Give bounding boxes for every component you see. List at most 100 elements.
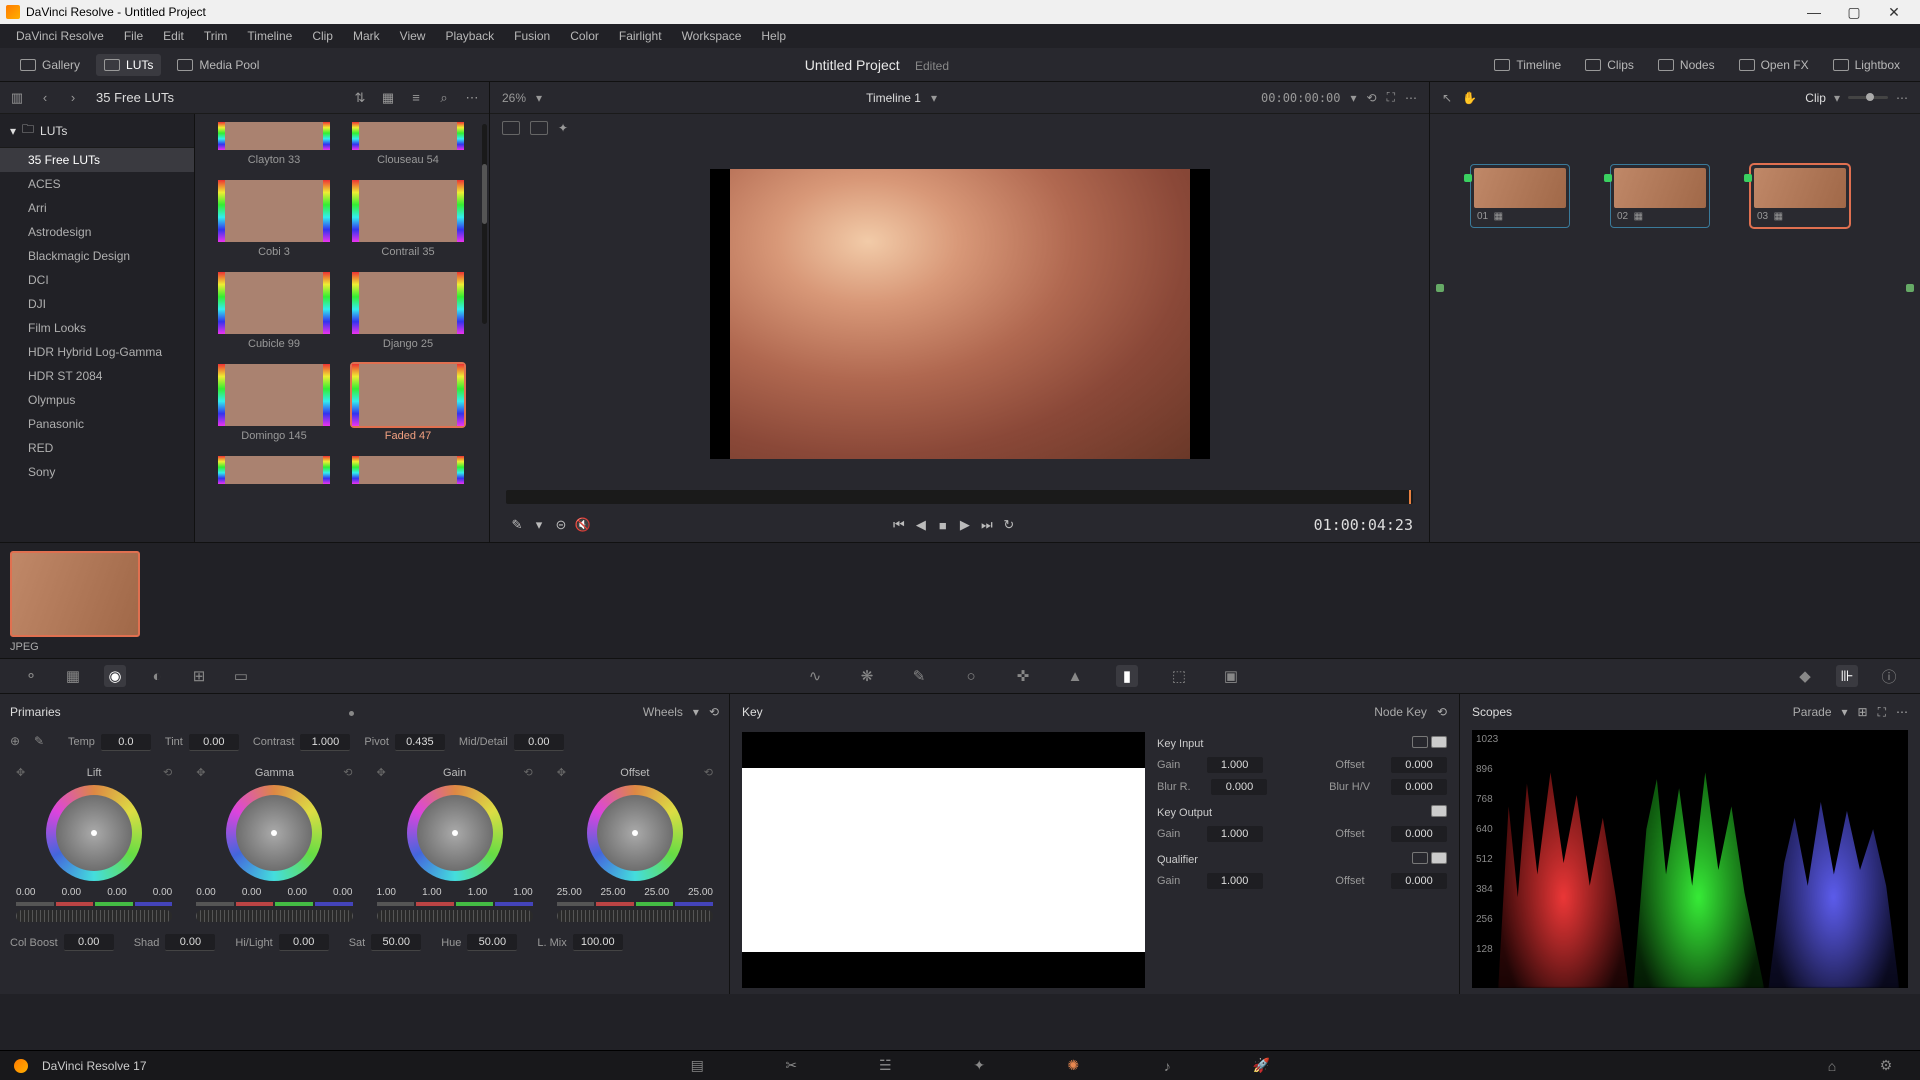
wheel-value[interactable]: 1.00 [468,887,487,898]
workbar-nodes[interactable]: Nodes [1650,54,1723,76]
fairlight-page-icon[interactable]: ♪ [1157,1058,1177,1074]
adj-value[interactable]: 1.000 [300,734,350,751]
options-icon[interactable]: ⋯ [1896,705,1908,719]
menu-trim[interactable]: Trim [196,29,236,43]
tree-root[interactable]: ▾ 🗀 LUTs [0,114,194,148]
magic-mask-icon[interactable]: ▲ [1064,665,1086,687]
invert-toggle[interactable] [1431,852,1447,864]
reset-icon[interactable]: ⟲ [1437,705,1447,719]
edit-page-icon[interactable]: ☱ [875,1057,895,1074]
timeline-name[interactable]: Timeline 1 [866,91,921,105]
keyframe-icon[interactable]: ◆ [1794,665,1816,687]
loop-button[interactable]: ↻ [998,514,1020,536]
workbar-open-fx[interactable]: Open FX [1731,54,1817,76]
node-02[interactable]: 02 ▦ [1610,164,1710,228]
wheel-value[interactable]: 0.00 [62,887,81,898]
folder-film-looks[interactable]: Film Looks [0,316,194,340]
invert-toggle[interactable] [1431,805,1447,817]
node-01[interactable]: 01 ▦ [1470,164,1570,228]
search-icon[interactable]: ⌕ [435,89,453,107]
mute-icon[interactable]: 🔇 [572,514,594,536]
panel-toggle-icon[interactable]: ▥ [8,89,26,107]
chevron-down-icon[interactable]: ▾ [528,514,550,536]
node-graph[interactable]: 01 ▦ 02 ▦ 03 ▦ [1430,114,1920,542]
options-icon[interactable]: ⋯ [1405,91,1417,105]
picker-icon[interactable]: ✥ [196,766,205,779]
chevron-down-icon[interactable]: ▾ [693,705,699,719]
menu-davinci-resolve[interactable]: DaVinci Resolve [8,29,112,43]
qualifier-icon[interactable]: ✎ [908,665,930,687]
hdr-wheels-icon[interactable]: ◐ [146,665,168,687]
minimize-button[interactable]: — [1794,4,1834,20]
wheel-value[interactable]: 25.00 [688,887,713,898]
unmix-icon[interactable]: ⊝ [550,514,572,536]
node-connector[interactable] [1604,174,1612,182]
camera-raw-icon[interactable]: ⚬ [20,665,42,687]
lut-thumb[interactable] [352,122,464,150]
folder-35-free-luts[interactable]: 35 Free LUTs [0,148,194,172]
wheel-value[interactable]: 0.00 [153,887,172,898]
wheel-value[interactable]: 0.00 [333,887,352,898]
matte-toggle[interactable] [1412,852,1428,864]
lut-thumb[interactable] [352,364,464,426]
param-value[interactable]: 1.000 [1207,757,1263,773]
workbar-luts[interactable]: LUTs [96,54,161,76]
node-03[interactable]: 03 ▦ [1750,164,1850,228]
adj-value[interactable]: 0.0 [101,734,151,751]
folder-olympus[interactable]: Olympus [0,388,194,412]
3d-icon[interactable]: ▣ [1220,665,1242,687]
adj-value[interactable]: 100.00 [573,934,623,951]
chevron-down-icon[interactable]: ▾ [1834,91,1840,105]
tracker-icon[interactable]: ✜ [1012,665,1034,687]
folder-hdr-st-2084[interactable]: HDR ST 2084 [0,364,194,388]
close-button[interactable]: ✕ [1874,4,1914,21]
lut-thumb[interactable] [352,272,464,334]
expand-icon[interactable]: ⛶ [1387,90,1395,105]
matte-toggle[interactable] [1412,736,1428,748]
picker-icon[interactable]: ✥ [16,766,25,779]
master-dial[interactable] [377,910,533,922]
viewer-timeline[interactable] [506,490,1413,504]
zoom-level[interactable]: 26% [502,91,526,105]
chevron-down-icon[interactable]: ▾ [1351,91,1357,105]
media-page-icon[interactable]: ▤ [687,1057,707,1074]
workbar-lightbox[interactable]: Lightbox [1825,54,1908,76]
menu-fairlight[interactable]: Fairlight [611,29,670,43]
param-value[interactable]: 0.000 [1391,873,1447,889]
scope-settings-icon[interactable]: ⊞ [1858,705,1868,719]
play-button[interactable]: ▶ [954,514,976,536]
menu-edit[interactable]: Edit [155,29,192,43]
settings-icon[interactable]: ⚙ [1876,1057,1896,1074]
menu-workspace[interactable]: Workspace [674,29,750,43]
menu-timeline[interactable]: Timeline [239,29,300,43]
node-mode[interactable]: Clip [1805,91,1826,105]
color-wheel[interactable] [226,785,322,881]
folder-dci[interactable]: DCI [0,268,194,292]
motion-effects-icon[interactable]: ▭ [230,665,252,687]
color-warper-icon[interactable]: ❋ [856,665,878,687]
key-preview[interactable] [742,732,1145,988]
wheel-value[interactable]: 25.00 [600,887,625,898]
zoom-slider[interactable] [1848,96,1888,99]
lut-thumb[interactable] [218,456,330,484]
reset-icon[interactable]: ⟲ [524,766,533,779]
menu-fusion[interactable]: Fusion [506,29,558,43]
reset-icon[interactable]: ⟲ [704,766,713,779]
clip-thumbnail[interactable] [10,551,140,637]
adj-value[interactable]: 0.435 [395,734,445,751]
menu-clip[interactable]: Clip [304,29,341,43]
param-value[interactable]: 0.000 [1211,779,1267,795]
auto-balance-icon[interactable]: ⊕ [10,734,26,750]
wheel-value[interactable]: 1.00 [513,887,532,898]
lut-thumb[interactable] [352,180,464,242]
scope-mode[interactable]: Parade [1793,705,1832,719]
master-dial[interactable] [557,910,713,922]
color-page-icon[interactable]: ✺ [1063,1057,1083,1074]
workbar-clips[interactable]: Clips [1577,54,1642,76]
bypass-icon[interactable]: ⟲ [1367,91,1377,105]
folder-panasonic[interactable]: Panasonic [0,412,194,436]
adj-value[interactable]: 50.00 [371,934,421,951]
image-wipe-icon[interactable] [502,121,520,135]
folder-astrodesign[interactable]: Astrodesign [0,220,194,244]
wheel-value[interactable]: 0.00 [16,887,35,898]
